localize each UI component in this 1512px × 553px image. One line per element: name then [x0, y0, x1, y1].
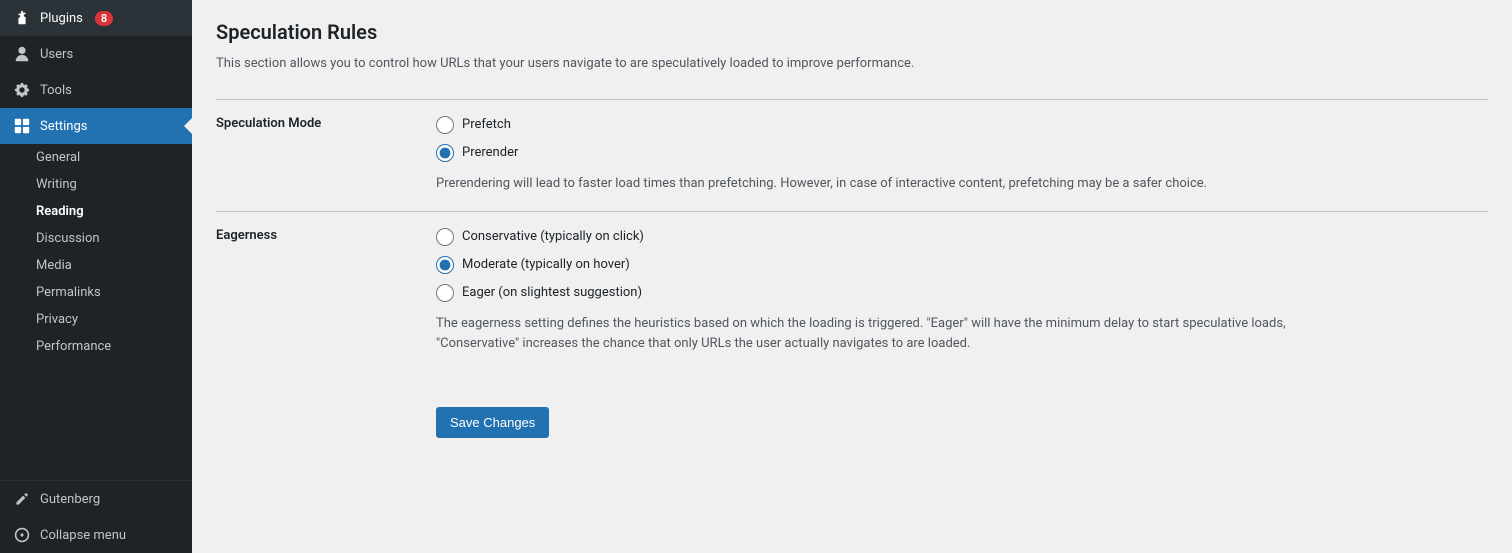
sidebar: Plugins 8 Users Tools Settings General W… — [0, 0, 192, 553]
sidebar-item-tools-label: Tools — [40, 83, 72, 98]
settings-submenu: General Writing Reading Discussion Media… — [0, 144, 192, 360]
submenu-item-privacy[interactable]: Privacy — [0, 306, 192, 333]
submenu-item-permalinks[interactable]: Permalinks — [0, 279, 192, 306]
eager-radio-label[interactable]: Eager (on slightest suggestion) — [436, 284, 1488, 302]
sidebar-item-plugins[interactable]: Plugins 8 — [0, 0, 192, 36]
gutenberg-icon — [12, 489, 32, 509]
sidebar-item-gutenberg-label: Gutenberg — [40, 492, 100, 507]
submenu-item-discussion[interactable]: Discussion — [0, 225, 192, 252]
eagerness-label: Eagerness — [216, 211, 436, 371]
sidebar-item-users[interactable]: Users — [0, 36, 192, 72]
settings-table: Speculation Mode Prefetch Prerender Prer… — [216, 99, 1488, 454]
speculation-mode-help: Prerendering will lead to faster load ti… — [436, 174, 1336, 195]
eager-radio[interactable] — [436, 284, 454, 302]
sidebar-item-gutenberg[interactable]: Gutenberg — [0, 481, 192, 517]
speculation-mode-label: Speculation Mode — [216, 99, 436, 211]
sidebar-item-settings[interactable]: Settings — [0, 108, 192, 144]
section-description: This section allows you to control how U… — [216, 54, 1488, 75]
main-content: Speculation Rules This section allows yo… — [192, 0, 1512, 553]
sidebar-item-tools[interactable]: Tools — [0, 72, 192, 108]
eagerness-radio-group: Conservative (typically on click) Modera… — [436, 228, 1488, 302]
page-title: Speculation Rules — [216, 20, 1488, 44]
speculation-mode-row: Speculation Mode Prefetch Prerender Prer… — [216, 99, 1488, 211]
submenu-item-general[interactable]: General — [0, 144, 192, 171]
eagerness-options: Conservative (typically on click) Modera… — [436, 211, 1488, 371]
submenu-item-performance[interactable]: Performance — [0, 333, 192, 360]
sidebar-item-collapse[interactable]: Collapse menu — [0, 517, 192, 553]
speculation-mode-radio-group: Prefetch Prerender — [436, 116, 1488, 162]
submenu-item-media[interactable]: Media — [0, 252, 192, 279]
moderate-radio[interactable] — [436, 256, 454, 274]
save-row: Save Changes — [216, 371, 1488, 454]
plugins-badge: 8 — [95, 11, 113, 26]
prefetch-label: Prefetch — [462, 117, 511, 132]
collapse-icon — [12, 525, 32, 545]
tools-icon — [12, 80, 32, 100]
prerender-label: Prerender — [462, 145, 518, 160]
settings-arrow-indicator — [184, 118, 192, 134]
moderate-label: Moderate (typically on hover) — [462, 257, 630, 272]
sidebar-item-settings-label: Settings — [40, 119, 87, 134]
save-button[interactable]: Save Changes — [436, 407, 549, 438]
sidebar-item-collapse-label: Collapse menu — [40, 528, 126, 543]
settings-icon — [12, 116, 32, 136]
sidebar-item-users-label: Users — [40, 47, 73, 62]
prerender-radio[interactable] — [436, 144, 454, 162]
submenu-item-reading[interactable]: Reading — [0, 198, 192, 225]
sidebar-item-plugins-label: Plugins — [40, 11, 83, 26]
moderate-radio-label[interactable]: Moderate (typically on hover) — [436, 256, 1488, 274]
submenu-item-writing[interactable]: Writing — [0, 171, 192, 198]
save-cell: Save Changes — [436, 371, 1488, 454]
prefetch-radio[interactable] — [436, 116, 454, 134]
conservative-radio[interactable] — [436, 228, 454, 246]
prefetch-radio-label[interactable]: Prefetch — [436, 116, 1488, 134]
eagerness-row: Eagerness Conservative (typically on cli… — [216, 211, 1488, 371]
conservative-label: Conservative (typically on click) — [462, 229, 644, 244]
save-spacer — [216, 371, 436, 454]
plugins-icon — [12, 8, 32, 28]
speculation-mode-options: Prefetch Prerender Prerendering will lea… — [436, 99, 1488, 211]
eagerness-help: The eagerness setting defines the heuris… — [436, 314, 1336, 356]
users-icon — [12, 44, 32, 64]
conservative-radio-label[interactable]: Conservative (typically on click) — [436, 228, 1488, 246]
sidebar-bottom: Gutenberg Collapse menu — [0, 480, 192, 553]
eager-label: Eager (on slightest suggestion) — [462, 285, 642, 300]
prerender-radio-label[interactable]: Prerender — [436, 144, 1488, 162]
